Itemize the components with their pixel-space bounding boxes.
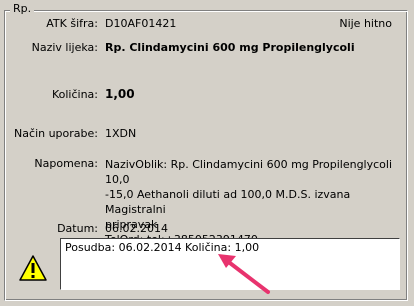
quantity-label: Količina: [51, 88, 98, 101]
group-title: Rp. [10, 2, 35, 15]
atk-label: ATK šifra: [46, 17, 98, 30]
warning-icon [18, 254, 48, 282]
usage-label: Način uporabe: [14, 127, 98, 140]
date-label: Datum: [57, 222, 98, 235]
note-label: Napomena: [34, 157, 98, 170]
urgency-status: Nije hitno [339, 17, 392, 30]
date-value: 06.02.2014 [105, 222, 168, 235]
drug-name-value: Rp. Clindamycini 600 mg Propilenglycoli [105, 41, 355, 54]
drug-name-label: Naziv lijeka: [31, 41, 98, 54]
quantity-value: 1,00 [105, 87, 135, 101]
note-line: -15,0 Aethanoli diluti ad 100,0 M.D.S. i… [105, 188, 351, 216]
pointer-arrow-icon [210, 248, 272, 299]
note-line: NazivOblik: Rp. Clindamycini 600 mg Prop… [105, 158, 393, 186]
usage-value: 1XDN [105, 127, 137, 140]
atk-value: D10AF01421 [105, 17, 177, 30]
